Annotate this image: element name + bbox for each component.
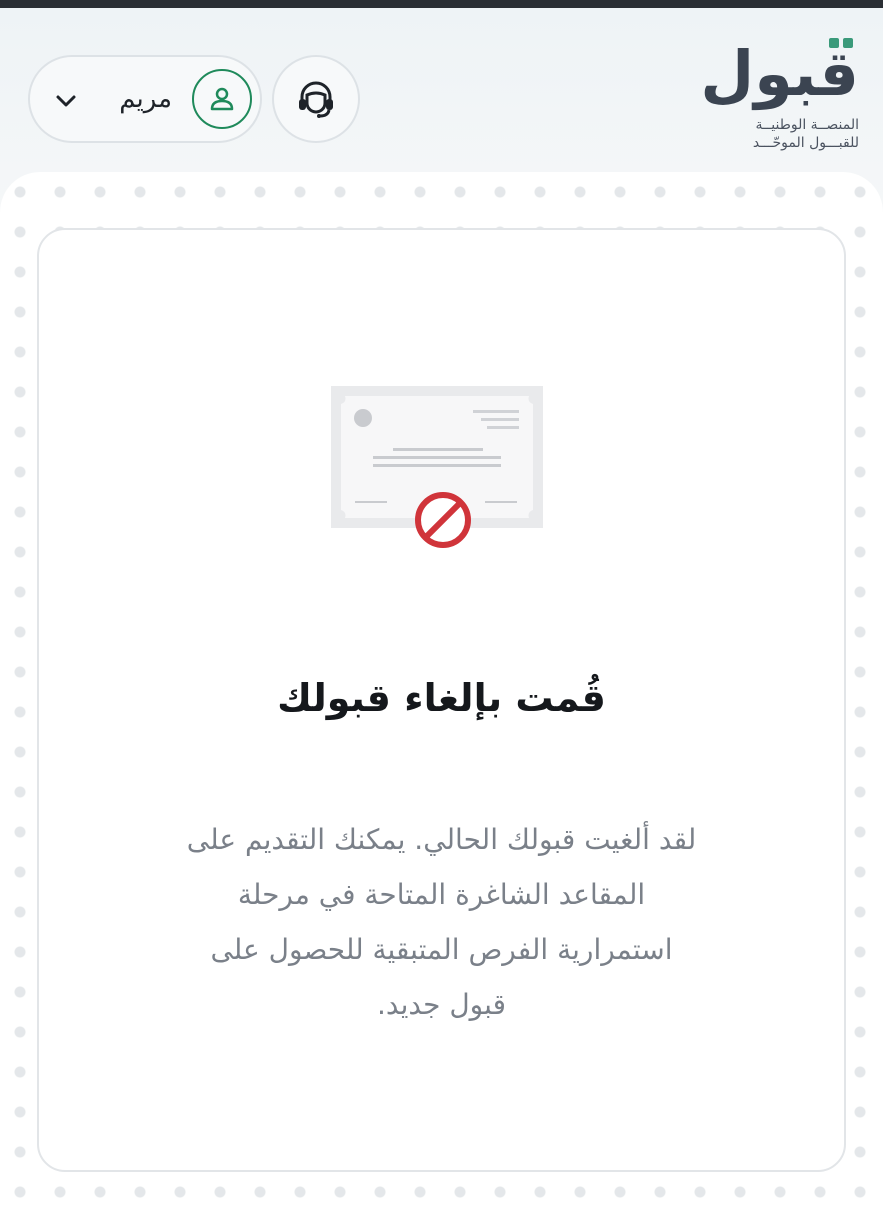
logo-subtitle-2: للقبـــول الموحّـــد <box>752 135 859 151</box>
status-description: لقد ألغيت قبولك الحالي. يمكنك التقديم عل… <box>186 823 697 1021</box>
avatar <box>192 69 252 129</box>
top-bar <box>0 0 883 8</box>
support-button[interactable] <box>272 55 360 143</box>
status-card: قُمت بإلغاء قبولك لقد ألغيت قبولك الحالي… <box>37 228 846 1172</box>
headset-icon <box>299 81 333 118</box>
page-title: قُمت بإلغاء قبولك <box>277 676 606 720</box>
user-menu[interactable]: مريم <box>28 55 262 143</box>
logo-subtitle-1: المنصــة الوطنيــة <box>755 117 859 133</box>
cancelled-certificate-icon <box>331 386 543 548</box>
chevron-down-icon[interactable] <box>52 87 80 115</box>
user-name: مريم <box>119 84 172 114</box>
user-icon <box>210 87 234 111</box>
logo-dots <box>815 38 855 58</box>
logo[interactable]: قبول المنصــة الوطنيــة للقبـــول الموحّ… <box>700 38 861 168</box>
